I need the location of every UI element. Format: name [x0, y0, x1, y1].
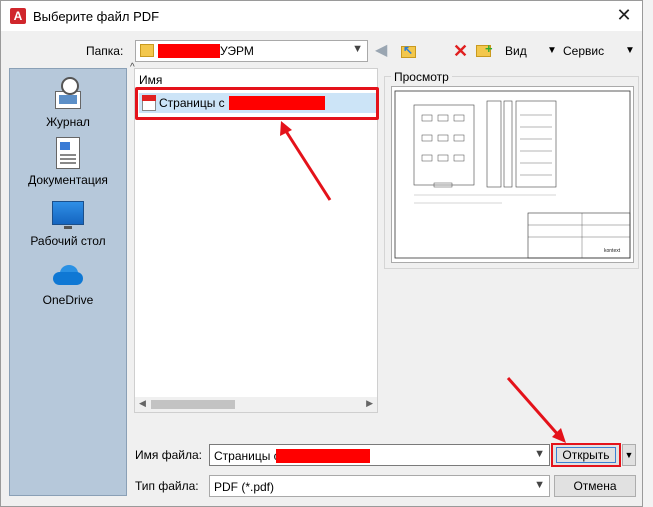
- place-label: Рабочий стол: [30, 234, 106, 248]
- folder-label: Папка:: [86, 44, 124, 58]
- close-icon: ✕: [616, 5, 632, 25]
- filename-field[interactable]: Страницы с ▼: [209, 444, 550, 466]
- delete-button[interactable]: ✕: [453, 40, 469, 62]
- folder-value: УЭРМ: [220, 44, 254, 58]
- onedrive-icon: [51, 265, 85, 285]
- chevron-down-icon: ▼: [352, 43, 363, 55]
- filename-label: Имя файла:: [135, 448, 202, 462]
- caret-down-icon: ▼: [624, 450, 634, 460]
- caret-down-icon: ▼: [625, 45, 635, 56]
- preview-label: Просмотр: [391, 70, 452, 84]
- filetype-dropdown[interactable]: PDF (*.pdf) ▼: [209, 475, 550, 497]
- scroll-left-icon: ◀: [139, 398, 146, 408]
- place-history[interactable]: Журнал: [10, 77, 126, 129]
- filename-value: Страницы с: [214, 449, 280, 463]
- place-label: Документация: [28, 173, 108, 187]
- cancel-button[interactable]: Отмена: [554, 475, 636, 497]
- open-button[interactable]: Открыть: [551, 443, 621, 467]
- desktop-icon: [52, 201, 84, 229]
- delete-icon: ✕: [453, 41, 469, 61]
- place-label: Журнал: [46, 115, 90, 129]
- preview-thumbnail: kontext: [391, 86, 634, 263]
- drawing-preview-image: kontext: [394, 90, 631, 259]
- autocad-app-icon: A: [10, 8, 26, 24]
- tools-menu-button[interactable]: Сервис ▼: [563, 40, 639, 62]
- filetype-value: PDF (*.pdf): [214, 480, 275, 494]
- open-options-button[interactable]: ▼: [622, 444, 636, 466]
- scrollbar-thumb[interactable]: [151, 400, 235, 409]
- window-title: Выберите файл PDF: [33, 9, 160, 24]
- column-header-name[interactable]: Имя: [139, 73, 162, 87]
- tools-label: Сервис: [563, 44, 605, 58]
- close-button[interactable]: ✕: [614, 5, 634, 25]
- view-label: Вид: [505, 44, 527, 58]
- filetype-label: Тип файла:: [135, 479, 199, 493]
- open-pdf-dialog: A Выберите файл PDF ✕ Папка: УЭРМ ▼ ◀ ↖ …: [0, 0, 643, 507]
- up-one-level-button[interactable]: ↖: [400, 40, 418, 62]
- chevron-down-icon[interactable]: ▼: [534, 448, 545, 460]
- place-documents[interactable]: Документация: [10, 137, 126, 187]
- scroll-right-icon: ▶: [366, 398, 373, 408]
- place-onedrive[interactable]: OneDrive: [10, 265, 126, 307]
- back-arrow-icon: ◀: [375, 42, 388, 59]
- folder-icon: [140, 44, 154, 57]
- history-icon: [53, 77, 83, 111]
- title-block-text: kontext: [604, 248, 621, 254]
- place-desktop[interactable]: Рабочий стол: [10, 201, 126, 248]
- title-bar: A Выберите файл PDF ✕: [1, 1, 642, 31]
- horizontal-scrollbar[interactable]: ◀ ▶: [135, 397, 377, 412]
- redaction-mark: [276, 449, 370, 463]
- redaction-mark: [158, 44, 220, 58]
- preview-group: kontext: [384, 76, 639, 269]
- folder-dropdown[interactable]: УЭРМ ▼: [135, 40, 368, 62]
- places-bar: Журнал Документация Рабочий стол OneDriv…: [9, 68, 127, 496]
- caret-down-icon: ▼: [547, 45, 557, 56]
- place-label: OneDrive: [42, 293, 94, 307]
- open-button-label: Открыть: [562, 448, 610, 462]
- create-folder-button[interactable]: +: [475, 40, 493, 62]
- documents-icon: [56, 137, 80, 169]
- annotation-highlight-file: [135, 87, 379, 120]
- chevron-down-icon: ▼: [534, 479, 545, 491]
- back-button[interactable]: ◀: [375, 40, 393, 62]
